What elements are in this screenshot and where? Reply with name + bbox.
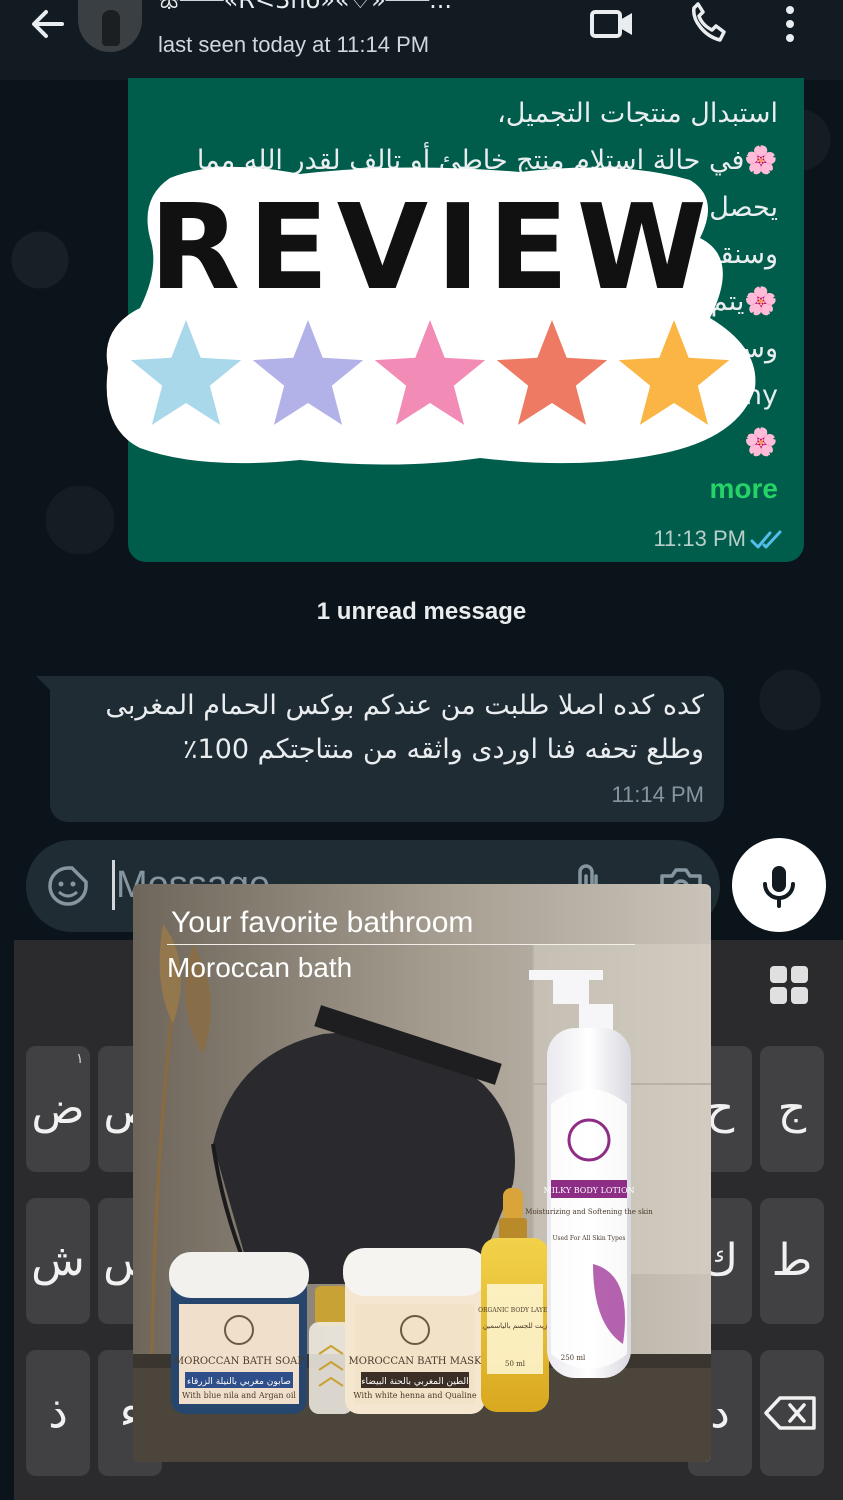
ad-divider [167,944,635,945]
backspace-icon [764,1396,816,1430]
mask-sub-label: With white henna and Qualine [353,1391,476,1400]
soap-sub-label: With blue nila and Argan oil [182,1391,296,1400]
contact-name[interactable]: ꕥ───«R<3ho»«♡»───... [158,0,558,16]
incoming-message-bubble[interactable]: كده كده اصلا طلبت من عندكم بوكس الحمام ا… [36,676,724,822]
lotion-types-label: Used For All Skin Types [552,1235,625,1242]
ad-title: Your favorite bathroom [171,906,474,939]
mic-button[interactable] [732,838,826,932]
review-text: REVIEW [149,178,714,316]
product-ad-image[interactable]: MOROCCAN BATH SOAP صابون مغربي بالنيلة ا… [133,884,711,1462]
unread-divider: 1 unread message [316,598,527,625]
emoji-icon[interactable] [46,864,90,908]
mask-arabic-label: الطين المغربي بالحنة البيضاء [361,1377,468,1387]
mask-label: MOROCCAN BATH MASK [349,1356,483,1367]
backspace-key[interactable] [760,1350,824,1476]
read-more-link[interactable]: more [710,473,778,505]
oil-label: ORGANIC BODY LAYER [478,1307,552,1314]
double-check-icon [750,528,784,552]
message-timestamp: 11:14 PM [611,782,704,807]
avatar[interactable] [78,0,142,52]
key[interactable]: ط [760,1198,824,1324]
lotion-volume-label: 250 ml [561,1354,586,1362]
message-timestamp: 11:13 PM [653,526,746,551]
text-cursor [112,860,115,910]
key[interactable]: ض١ [26,1046,90,1172]
mic-icon [763,866,795,908]
oil-arabic-label: زيت للجسم بالياسمين [483,1322,547,1330]
message-line: كده كده اصلا طلبت من عندكم بوكس الحمام ا… [105,690,704,721]
key[interactable]: ج [760,1046,824,1172]
incoming-message-text: كده كده اصلا طلبت من عندكم بوكس الحمام ا… [84,684,704,772]
back-arrow-icon[interactable] [26,4,70,44]
soap-arabic-label: صابون مغربي بالنيلة الزرقاء [187,1377,291,1387]
chat-header: ꕥ───«R<3ho»«♡»───... last seen today at … [0,0,843,80]
key[interactable]: ذ [26,1350,90,1476]
oil-volume-label: 50 ml [505,1360,526,1368]
lotion-label: MILKY BODY LOTION [544,1186,635,1195]
ad-subtitle: Moroccan bath [167,952,353,983]
more-vert-icon[interactable] [770,2,810,46]
phone-icon[interactable] [684,2,732,46]
video-call-icon[interactable] [588,2,636,46]
key[interactable]: ش [26,1198,90,1324]
soap-label: MOROCCAN BATH SOAP [174,1356,304,1367]
review-sticker: REVIEW [100,158,765,470]
message-line: استبدال منتجات التجميل، [497,98,778,129]
last-seen-status: last seen today at 11:14 PM [158,32,430,57]
keyboard-menu-icon[interactable] [768,964,810,1006]
message-line: وطلع تحفه فنا اوردى واثقه من منتاجتكم 10… [183,734,704,765]
lotion-sub-label: Moisturizing and Softening the skin [525,1208,653,1216]
